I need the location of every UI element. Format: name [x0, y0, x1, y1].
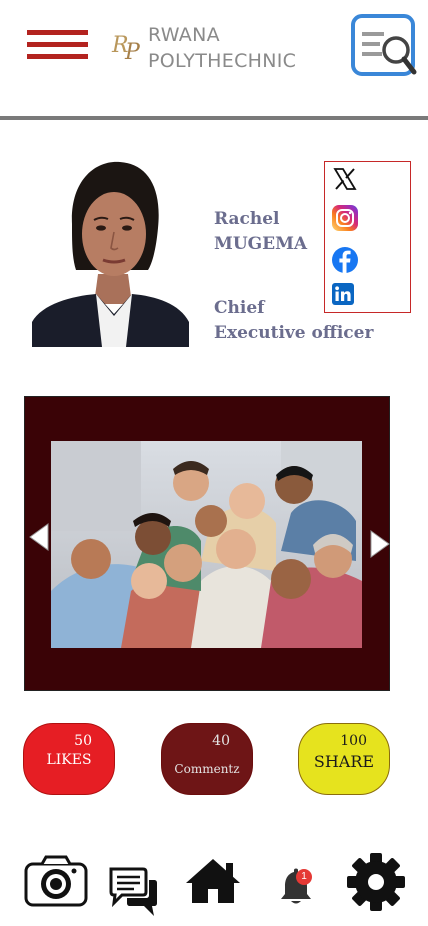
next-arrow-icon[interactable] [368, 529, 392, 559]
comments-label: Commentz [174, 762, 240, 776]
menu-bar [27, 30, 88, 35]
likes-label: LIKES [46, 752, 92, 768]
notification-count: 1 [301, 871, 307, 882]
likes-count: 50 [74, 733, 92, 749]
rp-logo: R P [111, 33, 141, 65]
likes-button[interactable]: 50 LIKES [23, 723, 115, 795]
title-line-2: Executive officer [214, 323, 374, 343]
menu-bar [27, 54, 88, 59]
comments-count: 40 [212, 733, 230, 749]
notification-badge: 1 [296, 869, 312, 885]
search-document-icon[interactable] [350, 14, 420, 78]
share-count: 100 [340, 733, 367, 749]
linkedin-icon[interactable] [331, 282, 355, 306]
chat-icon[interactable] [108, 866, 160, 918]
last-name: MUGEMA [214, 234, 308, 254]
x-icon[interactable] [331, 165, 359, 193]
share-label: SHARE [313, 752, 375, 771]
profile-photo [32, 154, 189, 347]
profile-name: Rachel MUGEMA [214, 207, 307, 257]
brand-line-2: POLYTHECHNIC [148, 50, 297, 72]
header-divider [0, 116, 428, 120]
first-name: Rachel [214, 209, 280, 229]
svg-text:P: P [124, 40, 141, 65]
social-links [324, 161, 411, 313]
facebook-icon[interactable] [331, 246, 359, 274]
comments-button[interactable]: 40 Commentz [161, 723, 253, 795]
hamburger-menu-button[interactable] [27, 30, 88, 62]
home-icon[interactable] [184, 857, 242, 905]
share-button[interactable]: 100 SHARE [298, 723, 390, 795]
camera-icon[interactable] [24, 855, 88, 907]
menu-bar [27, 42, 88, 47]
instagram-icon[interactable] [331, 204, 359, 232]
brand-line-1: RWANA [148, 24, 220, 46]
previous-arrow-icon[interactable] [27, 522, 51, 552]
gear-icon[interactable] [346, 852, 406, 912]
gallery-photo [51, 441, 362, 648]
brand-name: RWANA POLYTHECHNIC [148, 22, 296, 74]
